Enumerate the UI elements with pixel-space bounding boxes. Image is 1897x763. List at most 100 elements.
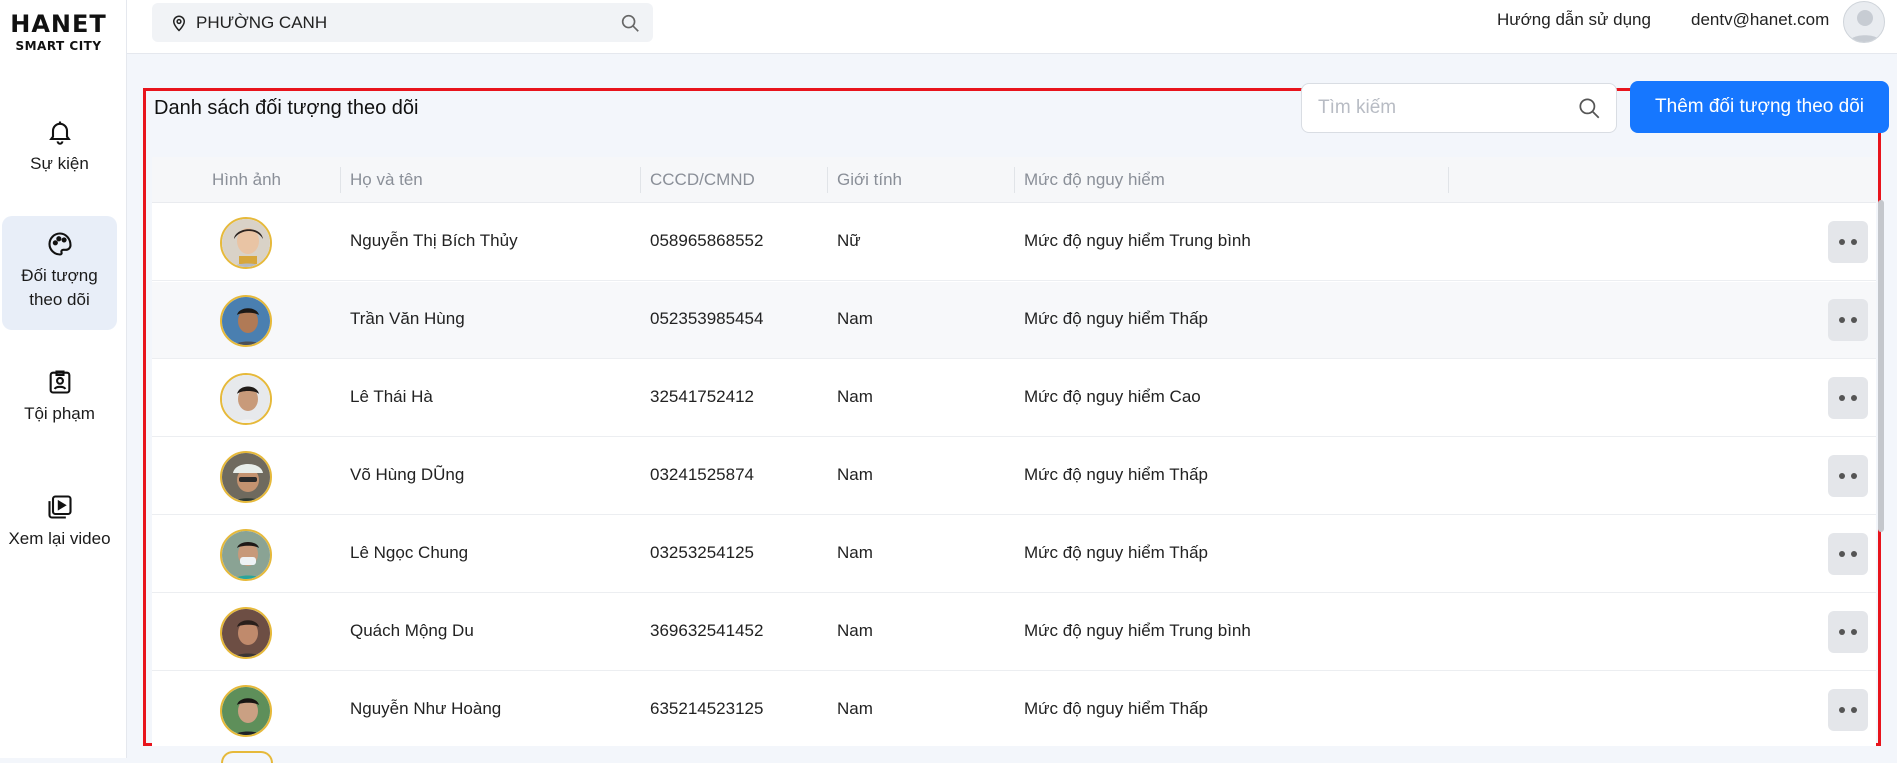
palette-icon [48, 232, 72, 256]
column-header-name: Họ và tên [350, 170, 423, 189]
subject-gender: Nam [837, 309, 873, 328]
logo-subtitle: SMART CITY [15, 39, 102, 53]
column-divider [827, 167, 828, 193]
subject-id-number: 058965868552 [650, 231, 764, 250]
location-pin-icon [172, 15, 186, 32]
subject-photo [220, 217, 272, 269]
subject-name[interactable]: Lê Thái Hà [350, 387, 433, 407]
table-row[interactable]: Quách Mộng Du 369632541452 Nam Mức độ ng… [152, 594, 1876, 671]
face-photo-icon [222, 375, 270, 423]
row-more-button[interactable] [1828, 611, 1868, 653]
next-row-photo-partial [221, 751, 273, 763]
subject-name[interactable]: Nguyễn Thị Bích Thủy [350, 231, 518, 251]
sidebar: HANET SMART CITY Sự kiện Đối tượng theo … [0, 0, 127, 758]
more-dot [1839, 551, 1845, 557]
more-dot [1839, 239, 1845, 245]
search-icon[interactable] [619, 12, 641, 34]
table-row[interactable]: Lê Ngọc Chung 03253254125 Nam Mức độ ngu… [152, 516, 1876, 593]
logo[interactable]: HANET SMART CITY [0, 12, 117, 54]
column-divider [640, 167, 641, 193]
location-selector[interactable]: PHƯỜNG CANH [152, 3, 653, 42]
column-divider [1448, 167, 1449, 193]
subject-risk-level: Mức độ nguy hiểm Thấp [1024, 699, 1208, 718]
subject-id-number: 052353985454 [650, 309, 764, 328]
subject-name[interactable]: Trần Văn Hùng [350, 309, 465, 329]
more-dot [1839, 473, 1845, 479]
tracked-subjects-panel: Danh sách đối tượng theo dõi Thêm đối tư… [143, 81, 1889, 746]
subjects-table: Hình ảnh Họ và tên CCCD/CMND Giới tính M… [152, 157, 1876, 746]
row-more-button[interactable] [1828, 689, 1868, 731]
subject-gender: Nam [837, 543, 873, 562]
subject-name[interactable]: Võ Hùng DŨng [350, 465, 464, 485]
table-row[interactable]: Lê Thái Hà 32541752412 Nam Mức độ nguy h… [152, 360, 1876, 437]
row-more-button[interactable] [1828, 221, 1868, 263]
user-avatar[interactable] [1843, 1, 1885, 43]
table-scrollbar[interactable] [1878, 200, 1884, 532]
subject-photo [220, 529, 272, 581]
table-row[interactable]: Trần Văn Hùng 052353985454 Nam Mức độ ng… [152, 282, 1876, 359]
top-bar: PHƯỜNG CANH Hướng dẫn sử dụng dentv@hane… [127, 0, 1897, 54]
row-more-button[interactable] [1828, 455, 1868, 497]
face-photo-icon [222, 531, 270, 579]
sidebar-item-label: Sự kiện [30, 154, 89, 173]
face-photo-icon [222, 219, 270, 267]
user-email[interactable]: dentv@hanet.com [1691, 10, 1829, 30]
subject-photo [220, 295, 272, 347]
table-row[interactable]: Võ Hùng DŨng 03241525874 Nam Mức độ nguy… [152, 438, 1876, 515]
table-row[interactable]: Nguyễn Thị Bích Thủy 058965868552 Nữ Mức… [152, 204, 1876, 281]
more-dot [1851, 239, 1857, 245]
sidebar-item-label: Tội phạm [24, 404, 95, 423]
subject-gender: Nam [837, 621, 873, 640]
column-header-id: CCCD/CMND [650, 170, 755, 189]
search-input[interactable] [1316, 96, 1576, 120]
more-dot [1851, 551, 1857, 557]
subject-risk-level: Mức độ nguy hiểm Trung bình [1024, 621, 1251, 640]
user-icon [1849, 10, 1881, 42]
sidebar-item-events[interactable]: Sự kiện [2, 118, 117, 190]
face-photo-icon [222, 609, 270, 657]
sidebar-item-video-playback[interactable]: Xem lại video [2, 493, 117, 565]
row-more-button[interactable] [1828, 299, 1868, 341]
more-dot [1839, 395, 1845, 401]
more-dot [1851, 395, 1857, 401]
row-more-button[interactable] [1828, 377, 1868, 419]
row-more-button[interactable] [1828, 533, 1868, 575]
page-title: Danh sách đối tượng theo dõi [154, 97, 419, 119]
add-subject-button[interactable]: Thêm đối tượng theo dõi [1630, 81, 1889, 133]
subject-risk-level: Mức độ nguy hiểm Thấp [1024, 543, 1208, 562]
more-dot [1839, 629, 1845, 635]
more-dot [1851, 317, 1857, 323]
sidebar-item-tracked-subjects[interactable]: Đối tượng theo dõi [2, 216, 117, 330]
subject-photo [220, 607, 272, 659]
subject-gender: Nam [837, 387, 873, 406]
face-photo-icon [222, 687, 270, 735]
subject-risk-level: Mức độ nguy hiểm Cao [1024, 387, 1201, 406]
subject-photo [220, 685, 272, 737]
subject-id-number: 635214523125 [650, 699, 764, 718]
location-name: PHƯỜNG CANH [196, 12, 328, 32]
subject-id-number: 03253254125 [650, 543, 755, 562]
more-dot [1839, 707, 1845, 713]
subject-id-number: 369632541452 [650, 621, 764, 640]
subject-risk-level: Mức độ nguy hiểm Thấp [1024, 465, 1208, 484]
subject-name[interactable]: Nguyễn Như Hoàng [350, 699, 501, 719]
subject-name[interactable]: Quách Mộng Du [350, 621, 474, 641]
sidebar-item-criminals[interactable]: Tội phạm [2, 368, 117, 440]
column-divider [1014, 167, 1015, 193]
subject-name[interactable]: Lê Ngọc Chung [350, 543, 468, 563]
subject-gender: Nữ [837, 231, 861, 250]
logo-brand: HANET [10, 10, 107, 38]
subject-id-number: 03241525874 [650, 465, 755, 484]
sidebar-item-label: Xem lại video [8, 529, 111, 548]
sidebar-item-label: Đối tượng theo dõi [21, 266, 98, 309]
search-icon[interactable] [1576, 95, 1602, 121]
subject-gender: Nam [837, 465, 873, 484]
subject-search-box[interactable] [1301, 83, 1617, 133]
face-photo-icon [222, 453, 270, 501]
help-link[interactable]: Hướng dẫn sử dụng [1497, 10, 1651, 30]
subject-risk-level: Mức độ nguy hiểm Thấp [1024, 309, 1208, 328]
subject-photo [220, 373, 272, 425]
column-header-photo: Hình ảnh [212, 170, 281, 189]
table-row[interactable]: Nguyễn Như Hoàng 635214523125 Nam Mức độ… [152, 672, 1876, 746]
more-dot [1851, 473, 1857, 479]
